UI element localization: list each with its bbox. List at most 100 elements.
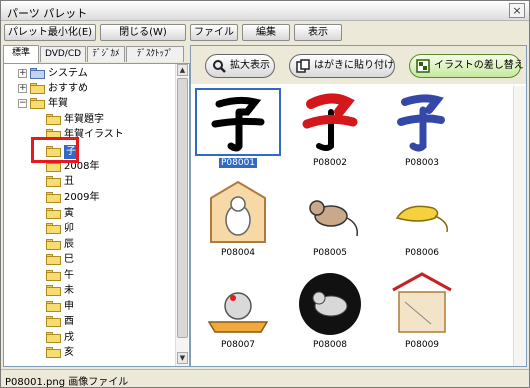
tab-desktop[interactable]: ﾃﾞｽｸﾄｯﾌﾟ — [126, 46, 184, 62]
tree-item-nenga-title[interactable]: 年賀題字 — [46, 113, 166, 127]
folder-icon — [30, 83, 45, 94]
folder-icon — [46, 223, 61, 234]
tree-item-mi[interactable]: 巳 — [46, 253, 166, 267]
menu-file[interactable]: ファイル — [190, 24, 238, 41]
replace-icon — [416, 59, 430, 73]
grid-item-p08004[interactable]: P08004 — [193, 178, 283, 268]
folder-icon — [46, 254, 61, 265]
tree-label: 年賀 — [48, 98, 68, 109]
menu-edit[interactable]: 編集 — [242, 24, 290, 41]
tree-label: システム — [48, 68, 88, 79]
thumbnail-grid: P08001 P08002 P08003 P08004 P08005 P0800… — [191, 86, 513, 366]
ema-mouse-icon — [195, 178, 281, 246]
grid-item-p08006[interactable]: P08006 — [377, 178, 467, 268]
tree-item-i[interactable]: 亥 — [46, 346, 166, 360]
grid-item-label: P08003 — [404, 158, 440, 168]
folder-icon — [46, 208, 61, 219]
callout-highlight-box — [31, 137, 79, 163]
tree-label: 辰 — [64, 239, 74, 250]
tree-item-hitsuji[interactable]: 未 — [46, 284, 166, 298]
grid-item-p08003[interactable]: P08003 — [377, 88, 467, 178]
scroll-down-icon[interactable]: ▼ — [177, 352, 188, 364]
tree-label: 午 — [64, 270, 74, 281]
grid-item-label: P08001 — [218, 158, 258, 168]
grid-item-p08007[interactable]: P08007 — [193, 270, 283, 360]
tree-item-tora[interactable]: 寅 — [46, 207, 166, 221]
replace-illustration-button[interactable]: イラストの差し替え — [409, 54, 524, 78]
folder-icon — [46, 176, 61, 187]
tree-label: 酉 — [64, 316, 74, 327]
tree-item-2009[interactable]: 2009年 — [46, 191, 166, 205]
folder-icon — [46, 239, 61, 250]
expand-icon[interactable]: + — [18, 69, 27, 78]
category-tabs: 標準 DVD/CD ﾃﾞｼﾞｶﾒ ﾃﾞｽｸﾄｯﾌﾟ — [3, 45, 186, 63]
action-bar: 拡大表示 はがきに貼り付け イラストの差し替え — [191, 46, 526, 84]
grid-item-p08009[interactable]: P08009 — [377, 270, 467, 360]
folder-icon — [46, 347, 61, 358]
grid-item-p08005[interactable]: P08005 — [285, 178, 375, 268]
zoom-label: 拡大表示 — [230, 60, 270, 71]
grid-scrollbar[interactable] — [513, 86, 526, 366]
collapse-icon[interactable]: − — [18, 99, 27, 108]
tab-dvd-cd[interactable]: DVD/CD — [40, 46, 86, 62]
tab-standard[interactable]: 標準 — [3, 45, 39, 63]
grid-item-label: P08009 — [404, 340, 440, 350]
yellow-mouse-icon — [379, 178, 465, 246]
menu-view[interactable]: 表示 — [294, 24, 342, 41]
ema-red-roof-icon — [379, 270, 465, 338]
scrollbar-thumb[interactable] — [177, 78, 188, 338]
tree-label: 亥 — [64, 347, 74, 358]
folder-icon — [46, 301, 61, 312]
tree-item-ushi[interactable]: 丑 — [46, 175, 166, 189]
mouse-black-circle-icon — [287, 270, 373, 338]
title-bar[interactable]: パーツ パレット × — [1, 1, 529, 21]
grid-item-p08001[interactable]: P08001 — [193, 88, 283, 178]
grid-item-label: P08006 — [404, 248, 440, 258]
scroll-up-icon[interactable]: ▲ — [177, 64, 188, 76]
grid-item-label: P08007 — [220, 340, 256, 350]
folder-icon — [46, 192, 61, 203]
expand-icon[interactable]: + — [18, 84, 27, 93]
tree-item-recommended[interactable]: + おすすめ — [18, 82, 168, 96]
tree-scrollbar[interactable]: ▲ ▼ — [175, 64, 188, 366]
folder-tree: + システム + おすすめ − 年賀 年賀題字 年賀イラスト 子 2008年 丑… — [3, 63, 190, 367]
folder-icon — [30, 98, 45, 109]
grid-item-label: P08008 — [312, 340, 348, 350]
tree-item-nenga[interactable]: − 年賀 — [18, 97, 168, 111]
mouse-on-mat-icon — [195, 270, 281, 338]
paste-icon — [296, 59, 310, 73]
kanji-ko-blue-brush-icon — [379, 88, 465, 156]
folder-icon — [46, 316, 61, 327]
minimize-palette-button[interactable]: パレット最小化(E) — [4, 24, 96, 41]
tree-item-u[interactable]: 卯 — [46, 222, 166, 236]
paste-to-postcard-button[interactable]: はがきに貼り付け — [289, 54, 395, 78]
grid-item-label: P08002 — [312, 158, 348, 168]
tab-digicam[interactable]: ﾃﾞｼﾞｶﾒ — [87, 46, 125, 62]
tree-item-uma[interactable]: 午 — [46, 269, 166, 283]
grid-item-p08008[interactable]: P08008 — [285, 270, 375, 360]
tree-item-inu[interactable]: 戌 — [46, 331, 166, 345]
close-icon[interactable]: × — [509, 3, 525, 18]
folder-icon — [46, 114, 61, 125]
parts-panel: 拡大表示 はがきに貼り付け イラストの差し替え P08001 P08002 P0… — [190, 45, 527, 367]
tree-item-system[interactable]: + システム — [18, 67, 168, 81]
tree-label: 寅 — [64, 208, 74, 219]
tree-label: 卯 — [64, 223, 74, 234]
tree-label: 巳 — [64, 254, 74, 265]
mouse-sketch-icon — [287, 178, 373, 246]
grid-item-p08002[interactable]: P08002 — [285, 88, 375, 178]
parts-palette-window: パーツ パレット × パレット最小化(E) 閉じる(W) ファイル 編集 表示 … — [0, 0, 530, 388]
tree-item-saru[interactable]: 申 — [46, 300, 166, 314]
folder-icon — [46, 270, 61, 281]
zoom-button[interactable]: 拡大表示 — [205, 54, 275, 78]
grid-item-label: P08005 — [312, 248, 348, 258]
tree-label: 年賀題字 — [64, 114, 104, 125]
tree-label: おすすめ — [48, 83, 88, 94]
close-button[interactable]: 閉じる(W) — [100, 24, 186, 41]
tree-item-tori[interactable]: 酉 — [46, 315, 166, 329]
folder-icon — [46, 285, 61, 296]
tree-label: 未 — [64, 285, 74, 296]
paste-label: はがきに貼り付け — [314, 60, 394, 71]
grid-item-label: P08004 — [220, 248, 256, 258]
tree-item-tatsu[interactable]: 辰 — [46, 238, 166, 252]
